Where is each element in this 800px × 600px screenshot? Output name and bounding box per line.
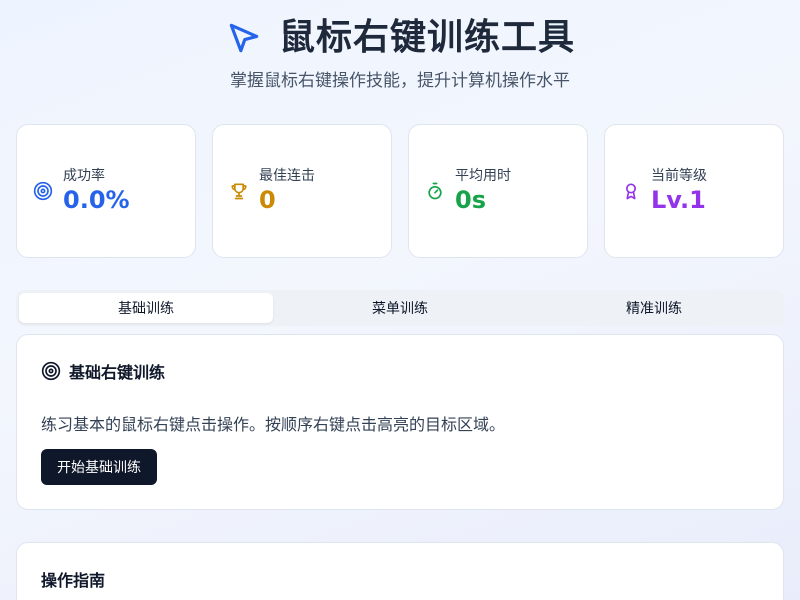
guide-title: 操作指南 <box>41 571 106 590</box>
app-title: 鼠标右键训练工具 <box>278 17 575 58</box>
header: 鼠标右键训练工具 <box>0 14 800 62</box>
tab-precision-training[interactable]: 精准训练 <box>527 293 781 323</box>
training-tabs: 基础训练 菜单训练 精准训练 <box>16 290 784 326</box>
basic-training-panel: 基础右键训练 练习基本的鼠标右键点击操作。按顺序右键点击高亮的目标区域。 开始基… <box>16 334 784 510</box>
stat-label: 平均用时 <box>455 168 511 184</box>
stats-row: 成功率 0.0% 最佳连击 0 平均用时 0s 当前等级 Lv.1 <box>16 124 784 258</box>
stat-value-success-rate: 0.0% <box>63 186 130 214</box>
award-icon <box>621 181 641 201</box>
stat-value-average-time: 0s <box>455 186 486 214</box>
stat-value-best-combo: 0 <box>259 186 276 214</box>
stat-card-current-level: 当前等级 Lv.1 <box>604 124 784 258</box>
panel-title-row: 基础右键训练 <box>41 359 165 383</box>
tab-menu-training[interactable]: 菜单训练 <box>273 293 527 323</box>
start-basic-training-button[interactable]: 开始基础训练 <box>41 449 157 485</box>
guide-panel: 操作指南 <box>16 542 784 600</box>
timer-icon <box>425 181 445 201</box>
stat-card-average-time: 平均用时 0s <box>408 124 588 258</box>
stat-value-current-level: Lv.1 <box>651 186 706 214</box>
panel-description: 练习基本的鼠标右键点击操作。按顺序右键点击高亮的目标区域。 <box>41 415 506 434</box>
stat-label: 成功率 <box>63 168 105 184</box>
trophy-icon <box>229 181 249 201</box>
app-subtitle: 掌握鼠标右键操作技能，提升计算机操作水平 <box>230 71 570 91</box>
mouse-pointer-icon <box>225 19 263 57</box>
target-icon <box>41 361 61 381</box>
tab-basic-training[interactable]: 基础训练 <box>19 293 273 323</box>
stat-card-best-combo: 最佳连击 0 <box>212 124 392 258</box>
stat-card-success-rate: 成功率 0.0% <box>16 124 196 258</box>
panel-title: 基础右键训练 <box>69 363 166 382</box>
target-icon <box>33 181 53 201</box>
stat-label: 最佳连击 <box>259 168 315 184</box>
stat-label: 当前等级 <box>651 168 707 184</box>
